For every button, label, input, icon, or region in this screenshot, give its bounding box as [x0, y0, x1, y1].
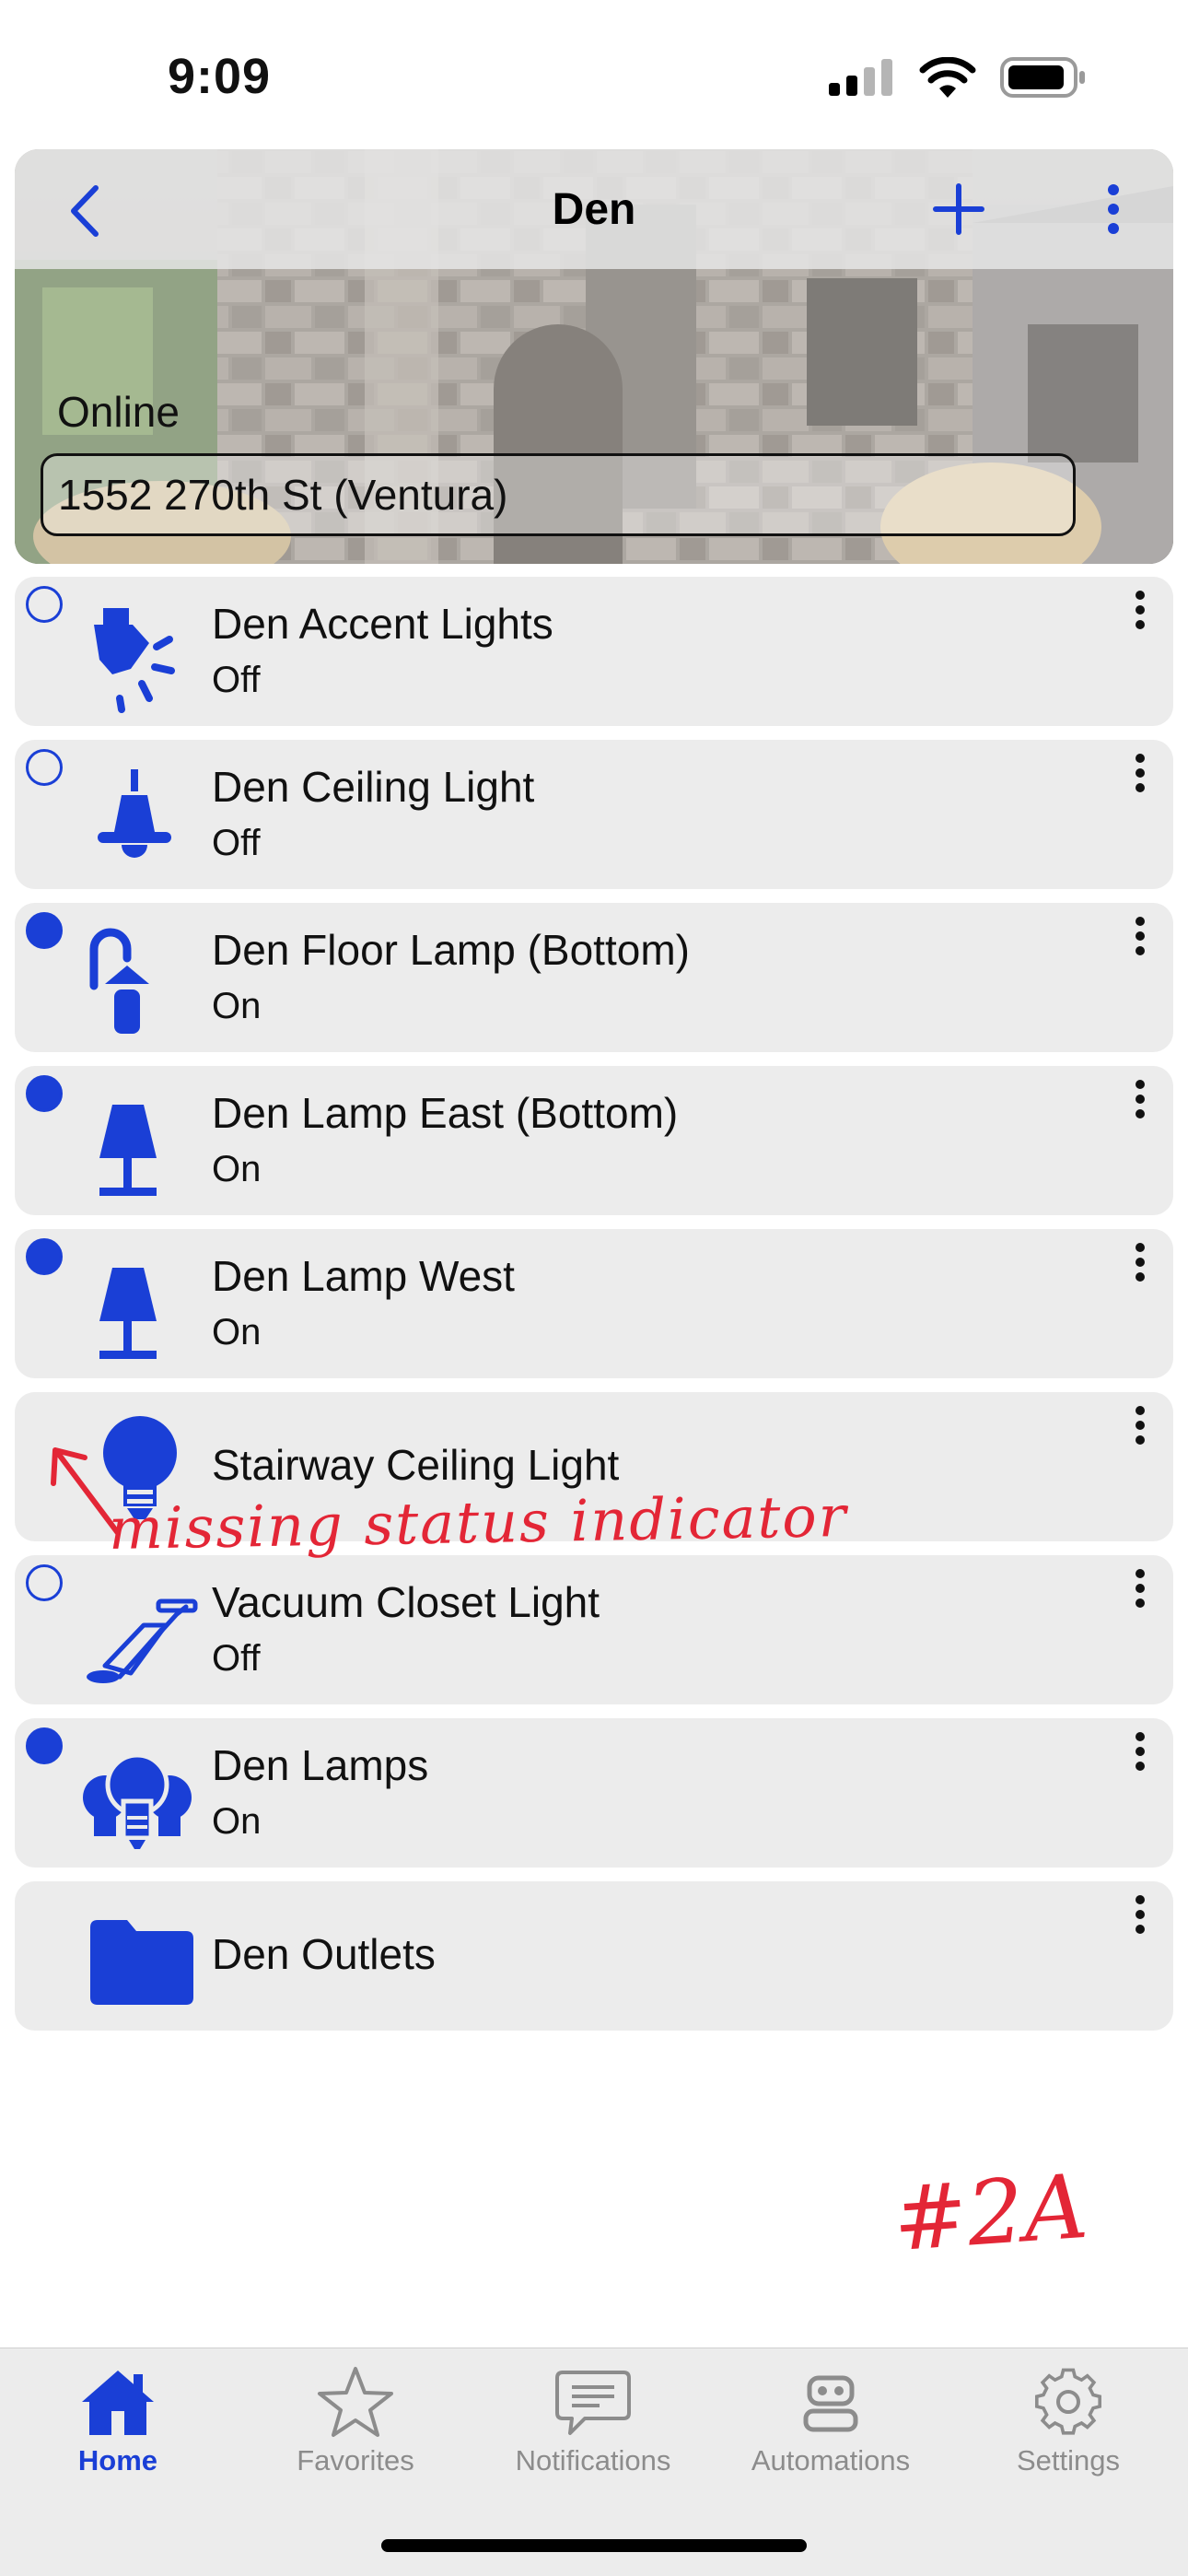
- more-vertical-icon[interactable]: [1081, 177, 1146, 241]
- list-item[interactable]: Den Accent Lights Off: [15, 577, 1173, 726]
- more-vertical-icon[interactable]: [1122, 1727, 1159, 1783]
- more-vertical-icon[interactable]: [1122, 1075, 1159, 1130]
- connection-status: Online: [57, 388, 180, 436]
- device-name: Den Lamps: [212, 1741, 429, 1789]
- status-indicator-off: [26, 586, 63, 623]
- table-lamp-icon: [99, 1268, 157, 1359]
- device-state: Off: [212, 1638, 261, 1679]
- device-name: Den Accent Lights: [212, 600, 553, 648]
- header-card: Den Online 1552 270th St (Ventura): [15, 149, 1173, 564]
- status-indicator-off: [26, 749, 63, 786]
- device-name: Stairway Ceiling Light: [212, 1441, 620, 1489]
- battery-icon: [1000, 57, 1085, 98]
- chat-bubble-icon: [555, 2371, 631, 2435]
- lightbulb-group-icon: [83, 1752, 192, 1849]
- device-state: On: [212, 1312, 262, 1352]
- house-icon: [82, 2371, 154, 2435]
- device-name: Den Lamp East (Bottom): [212, 1089, 679, 1137]
- device-list: Den Accent Lights Off Den Ceiling Light …: [15, 577, 1173, 2044]
- device-name: Den Outlets: [212, 1930, 436, 1978]
- status-icons: [829, 57, 1087, 98]
- ceiling-light-icon: [98, 769, 171, 858]
- device-name: Den Floor Lamp (Bottom): [212, 926, 690, 974]
- device-name: Den Ceiling Light: [212, 763, 535, 811]
- device-state: On: [212, 1149, 262, 1189]
- annotation-id: #2A: [890, 2154, 1091, 2272]
- table-lamp-icon: [99, 1105, 157, 1196]
- more-vertical-icon[interactable]: [1122, 586, 1159, 641]
- status-indicator-off: [26, 1564, 63, 1601]
- annotation-note: missing status indicator: [108, 1482, 848, 1563]
- folder-icon: [90, 1920, 193, 2005]
- more-vertical-icon[interactable]: [1122, 1238, 1159, 1294]
- tab-label: Settings: [1016, 2444, 1120, 2476]
- page-title: Den: [552, 185, 636, 234]
- device-state: Off: [212, 823, 261, 863]
- location-selector[interactable]: 1552 270th St (Ventura): [41, 453, 1076, 536]
- add-plus-icon[interactable]: [926, 177, 991, 241]
- wifi-icon: [919, 57, 976, 98]
- navigation-bar: Den: [15, 149, 1173, 269]
- home-indicator[interactable]: [381, 2539, 807, 2552]
- device-state: On: [212, 986, 262, 1026]
- device-name: Den Lamp West: [212, 1252, 515, 1300]
- tab-favorites[interactable]: Favorites: [245, 2365, 466, 2503]
- tab-label: Automations: [751, 2444, 911, 2476]
- status-bar: 9:09: [0, 0, 1188, 152]
- status-indicator-on: [26, 1075, 63, 1112]
- tab-label: Favorites: [297, 2444, 414, 2476]
- status-indicator-on: [26, 1727, 63, 1764]
- status-indicator-on: [26, 1238, 63, 1275]
- robot-icon: [803, 2375, 858, 2432]
- star-icon: [318, 2367, 393, 2437]
- tab-notifications[interactable]: Notifications: [483, 2365, 704, 2503]
- device-state: Off: [212, 660, 261, 700]
- tab-home[interactable]: Home: [7, 2365, 228, 2503]
- cellular-signal-icon: [829, 59, 892, 96]
- status-time: 9:09: [168, 49, 272, 104]
- list-item[interactable]: Den Lamp East (Bottom) On: [15, 1066, 1173, 1215]
- list-item[interactable]: Den Lamps On: [15, 1718, 1173, 1868]
- device-state: On: [212, 1801, 262, 1842]
- list-item[interactable]: Vacuum Closet Light Off: [15, 1555, 1173, 1704]
- list-item[interactable]: Den Outlets: [15, 1881, 1173, 2031]
- floor-lamp-icon: [89, 928, 149, 1034]
- list-item[interactable]: Den Lamp West On: [15, 1229, 1173, 1378]
- more-vertical-icon[interactable]: [1122, 1401, 1159, 1457]
- gear-icon: [1034, 2368, 1102, 2435]
- tab-automations[interactable]: Automations: [720, 2365, 941, 2503]
- more-vertical-icon[interactable]: [1122, 1891, 1159, 1946]
- tab-label: Home: [77, 2444, 158, 2476]
- list-item[interactable]: Den Floor Lamp (Bottom) On: [15, 903, 1173, 1052]
- more-vertical-icon[interactable]: [1122, 912, 1159, 967]
- vacuum-icon: [87, 1598, 198, 1683]
- tab-label: Notifications: [515, 2444, 671, 2476]
- tab-settings[interactable]: Settings: [958, 2365, 1179, 2503]
- more-vertical-icon[interactable]: [1122, 749, 1159, 804]
- more-vertical-icon[interactable]: [1122, 1564, 1159, 1620]
- list-item[interactable]: Den Ceiling Light Off: [15, 740, 1173, 889]
- device-name: Vacuum Closet Light: [212, 1578, 600, 1626]
- spotlight-icon: [94, 608, 175, 713]
- status-indicator-on: [26, 912, 63, 949]
